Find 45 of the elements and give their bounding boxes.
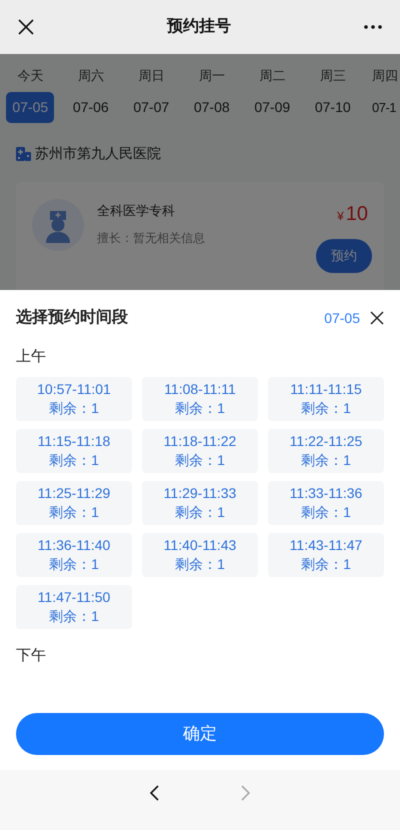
close-icon[interactable] [370,311,384,325]
price: 10 [346,202,368,227]
back-icon[interactable] [149,785,159,801]
weekday-label: 周四 [372,67,398,85]
time-slot[interactable]: 11:11-11:15 剩余：1 [268,376,384,420]
time-slot[interactable]: 11:40-11:43 剩余：1 [142,532,258,576]
doctor-avatar-icon [32,199,84,251]
sheet-title: 选择预约时间段 [16,308,129,328]
page-title: 预约挂号 [167,18,231,35]
time-slot[interactable]: 11:29-11:33 剩余：1 [142,480,258,524]
weekday-label: 周日 [138,67,164,85]
time-slot[interactable]: 10:57-11:01 剩余：1 [16,376,132,420]
time-slot[interactable]: 11:47-11:50 剩余：1 [16,584,132,628]
section-label: 上午 [16,347,47,367]
weekday-label: 今天 [17,67,44,85]
time-slot[interactable]: 11:43-11:47 剩余：1 [268,532,384,576]
time-slot[interactable]: 11:36-11:40 剩余：1 [16,532,132,576]
time-slot[interactable]: 11:22-11:25 剩余：1 [268,428,384,472]
date-tab[interactable]: 07-10 [314,92,351,123]
close-icon[interactable] [18,19,34,35]
date-tab[interactable]: 07-1 [372,92,396,123]
weekday-label: 周三 [320,67,346,85]
time-slot[interactable]: 11:15-11:18 剩余：1 [16,428,132,472]
date-tab[interactable]: 07-05 [6,92,54,123]
date-tab[interactable]: 07-09 [254,92,290,123]
book-button[interactable]: 预约 [316,239,372,273]
weekday-label: 周一 [198,67,225,85]
weekday-label: 周二 [259,67,286,85]
hospital-name: 苏州市第九人民医院 [35,144,161,163]
department-name: 全科医学专科 [97,202,176,220]
section-label: 下午 [16,646,47,666]
time-slot[interactable]: 11:18-11:22 剩余：1 [142,428,258,472]
date-tab[interactable]: 07-06 [72,92,109,123]
hospital-icon [16,146,31,161]
time-slot[interactable]: 11:25-11:29 剩余：1 [16,480,132,524]
date-tab[interactable]: 07-07 [133,92,170,123]
currency-symbol: ¥ [337,208,344,225]
time-slot[interactable]: 11:08-11:11 剩余：1 [142,376,258,420]
weekday-label: 周六 [78,67,104,85]
date-tab[interactable]: 07-08 [194,92,230,123]
time-slot[interactable]: 11:33-11:36 剩余：1 [268,480,384,524]
more-icon[interactable] [364,25,382,29]
selected-date: 07-05 [324,308,360,328]
specialty-text: 擅长：暂无相关信息 [97,230,205,246]
confirm-button[interactable]: 确定 [16,713,384,755]
